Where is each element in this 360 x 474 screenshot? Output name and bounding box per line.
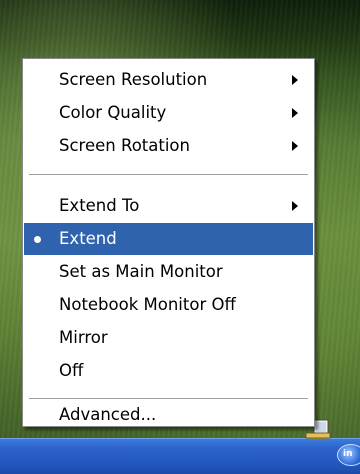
menu-item-extend[interactable]: Extend xyxy=(24,223,313,255)
menu-item-color-quality[interactable]: Color Quality xyxy=(24,97,313,129)
menu-item-set-as-main-monitor[interactable]: Set as Main Monitor xyxy=(24,256,313,288)
submenu-arrow-icon xyxy=(292,201,298,211)
menu-item-notebook-monitor-off[interactable]: Notebook Monitor Off xyxy=(24,289,313,321)
radio-bullet-icon xyxy=(34,236,41,243)
menu-item-label: Off xyxy=(59,361,84,380)
menu-item-label: Set as Main Monitor xyxy=(59,262,223,281)
intel-icon-glyph: in xyxy=(343,449,353,459)
menu-item-screen-rotation[interactable]: Screen Rotation xyxy=(24,130,313,162)
submenu-arrow-icon xyxy=(292,108,298,118)
menu-item-label: Mirror xyxy=(59,328,108,347)
menu-item-label: Notebook Monitor Off xyxy=(59,295,236,314)
menu-item-label: Extend To xyxy=(59,196,140,215)
menu-item-advanced[interactable]: Advanced... xyxy=(24,402,313,428)
submenu-arrow-icon xyxy=(292,75,298,85)
menu-item-screen-resolution[interactable]: Screen Resolution xyxy=(24,64,313,96)
menu-item-label: Screen Resolution xyxy=(59,70,208,89)
submenu-arrow-icon xyxy=(292,141,298,151)
menu-item-label: Extend xyxy=(59,229,117,248)
menu-item-off[interactable]: Off xyxy=(24,355,313,387)
intel-graphics-icon[interactable]: in xyxy=(337,444,360,466)
menu-separator xyxy=(29,398,308,400)
menu-item-label: Color Quality xyxy=(59,103,167,122)
menu-separator xyxy=(29,174,308,176)
menu-item-mirror[interactable]: Mirror xyxy=(24,322,313,354)
context-menu: Screen Resolution Color Quality Screen R… xyxy=(22,58,315,427)
menu-item-label: Screen Rotation xyxy=(59,136,190,155)
menu-item-label: Advanced... xyxy=(59,405,157,424)
menu-item-extend-to[interactable]: Extend To xyxy=(24,190,313,222)
taskbar xyxy=(0,438,360,474)
